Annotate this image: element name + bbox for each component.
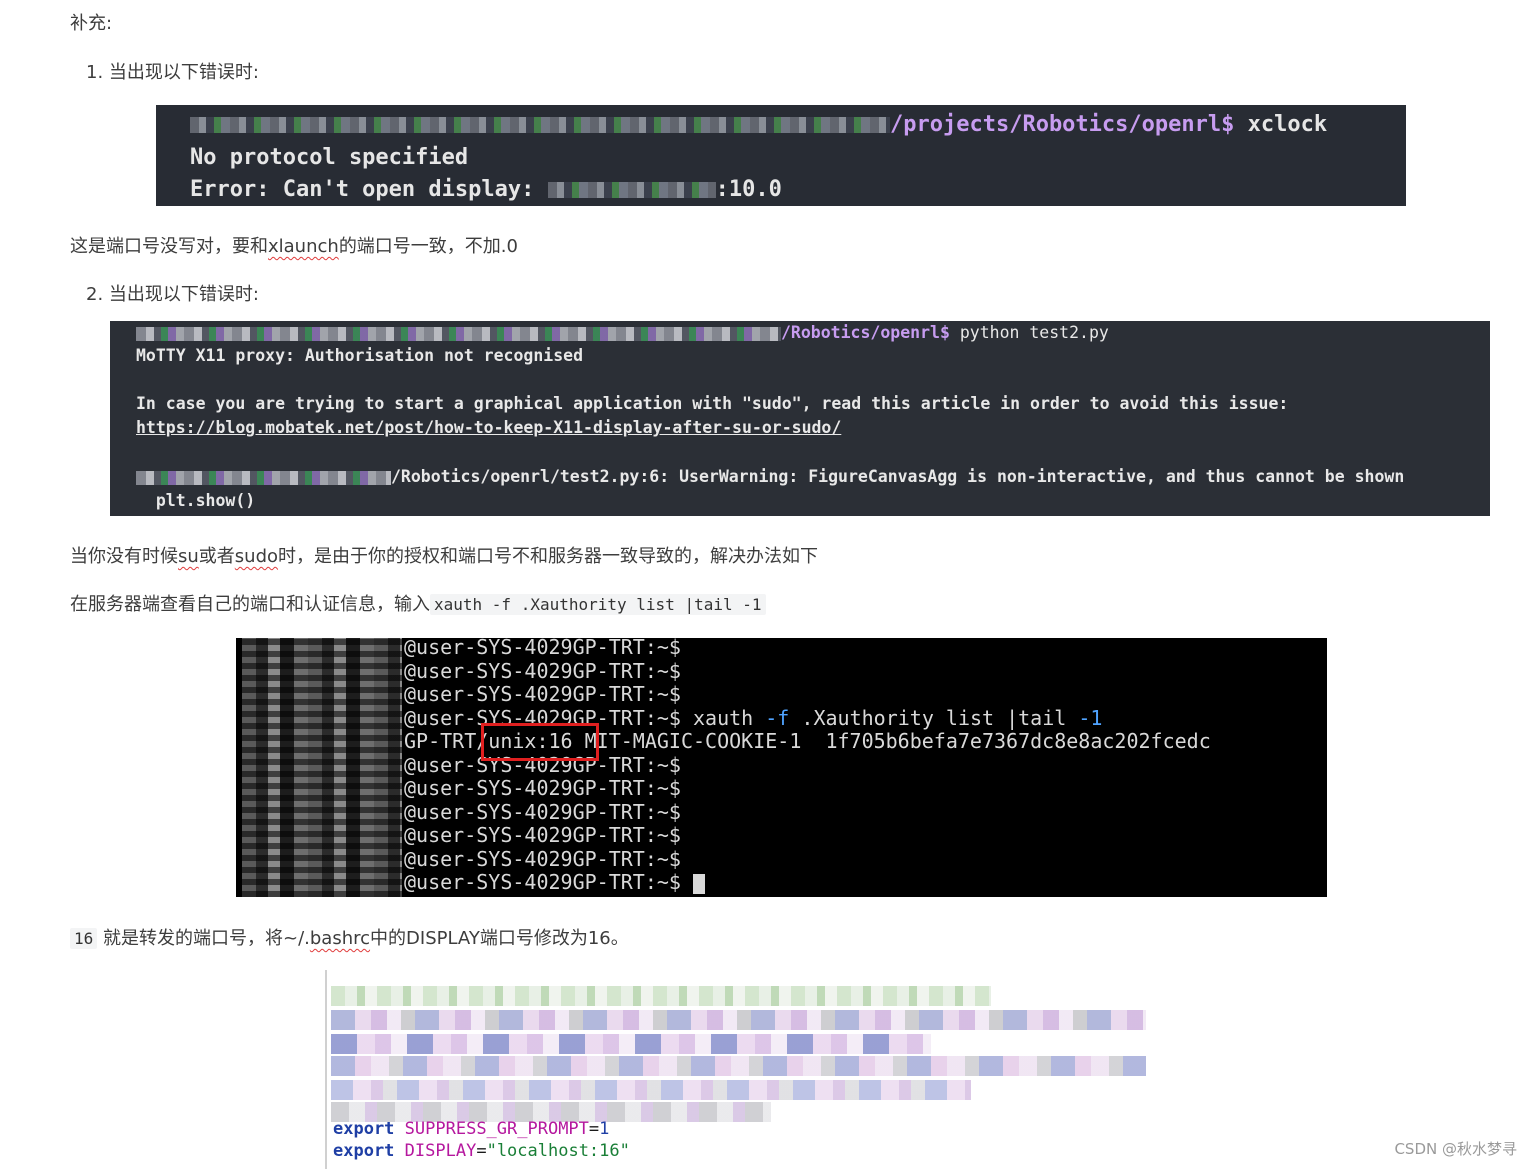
redacted-usernames — [242, 638, 402, 897]
redacted-prompt — [190, 117, 890, 133]
redacted-prompt — [136, 326, 781, 341]
terminal3-line9: @user-SYS-4029GP-TRT:~$ — [404, 823, 681, 847]
terminal3-line3: @user-SYS-4029GP-TRT:~$ — [404, 682, 681, 706]
terminal-cursor — [693, 873, 705, 894]
terminal1-line3: Error: Can't open display: :10.0 — [190, 177, 782, 202]
bashrc-screenshot: export SUPPRESS_GR_PROMPT=1 export DISPL… — [325, 970, 1147, 1169]
redacted-line — [331, 986, 991, 1006]
inline-code-port: 16 — [70, 928, 98, 949]
terminal1-line1: /projects/Robotics/openrl$ xclock — [190, 108, 1327, 141]
redacted-line — [331, 1080, 971, 1100]
terminal3-line7: @user-SYS-4029GP-TRT:~$ — [404, 776, 681, 800]
terminal-screenshot-2: /Robotics/openrl$ python test2.py MoTTY … — [110, 321, 1490, 516]
supplement-heading: 补充: — [70, 13, 113, 34]
terminal2-line4: In case you are trying to start a graphi… — [136, 394, 1289, 413]
terminal2-line8: plt.show() — [136, 491, 256, 510]
terminal2-line2: MoTTY X11 proxy: Authorisation not recog… — [136, 346, 584, 365]
terminal-screenshot-3: @user-SYS-4029GP-TRT:~$ @user-SYS-4029GP… — [236, 638, 1327, 897]
terminal3-line8: @user-SYS-4029GP-TRT:~$ — [404, 799, 681, 824]
terminal3-line10: @user-SYS-4029GP-TRT:~$ — [404, 846, 681, 871]
redacted-host — [547, 182, 716, 198]
inline-code-xauth: xauth -f .Xauthority list |tail -1 — [430, 594, 766, 615]
terminal3-line2: @user-SYS-4029GP-TRT:~$ — [404, 658, 681, 683]
highlight-display-port — [481, 723, 599, 761]
list-item-1-label: 1. 当出现以下错误时: — [86, 62, 259, 83]
terminal1-line2: No protocol specified — [190, 145, 469, 170]
terminal2-line7: /Robotics/openrl/test2.py:6: UserWarning… — [136, 465, 1404, 489]
redacted-path — [136, 470, 391, 485]
paragraph-bashrc-display: 16 就是转发的端口号，将~/.bashrc中的DISPLAY端口号修改为16。 — [70, 926, 629, 952]
bashrc-line-suppress: export SUPPRESS_GR_PROMPT=1 — [333, 1119, 610, 1139]
bashrc-line-display: export DISPLAY="localhost:16" — [333, 1141, 630, 1161]
paragraph-xauth-command: 在服务器端查看自己的端口和认证信息，输入 xauth -f .Xauthority… — [70, 592, 766, 618]
redacted-line — [331, 1034, 931, 1054]
redacted-line — [331, 1010, 1146, 1030]
csdn-watermark: CSDN @秋水梦寻 — [1394, 1140, 1517, 1158]
list-item-2-label: 2. 当出现以下错误时: — [86, 284, 259, 305]
paragraph-su-sudo: 当你没有时候su或者sudo时，是由于你的授权和端口号不和服务器一致导致的，解决… — [70, 546, 819, 567]
terminal3-line11: @user-SYS-4029GP-TRT:~$ — [404, 870, 705, 895]
terminal2-line1: /Robotics/openrl$ python test2.py — [136, 321, 1109, 345]
redacted-line — [331, 1056, 1146, 1076]
paragraph-xlaunch-port: 这是端口号没写对，要和xlaunch的端口号一致，不加.0 — [70, 236, 518, 257]
terminal-screenshot-1: /projects/Robotics/openrl$ xclock No pro… — [156, 105, 1406, 206]
terminal3-line1: @user-SYS-4029GP-TRT:~$ — [404, 638, 681, 659]
mobatek-article-link[interactable]: https://blog.mobatek.net/post/how-to-kee… — [136, 416, 841, 440]
